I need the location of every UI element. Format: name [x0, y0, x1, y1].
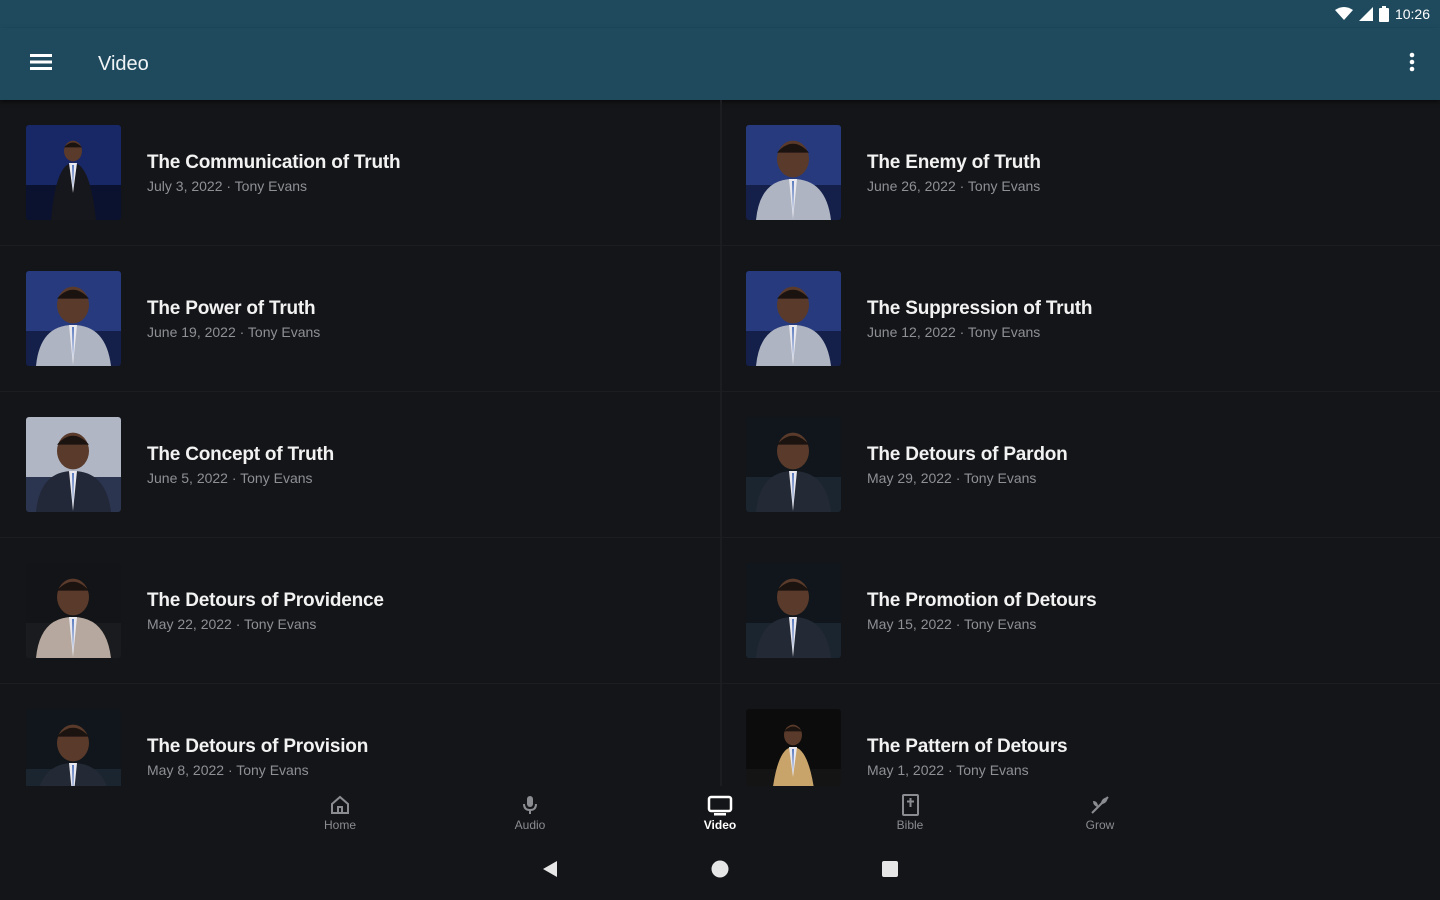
video-thumbnail[interactable] [746, 125, 841, 220]
video-subtitle: May 8, 2022 · Tony Evans [147, 762, 309, 778]
wifi-icon [1334, 7, 1353, 21]
page-title: Video [98, 52, 149, 75]
nav-item-bible[interactable]: Bible [815, 786, 1005, 842]
video-subtitle: May 29, 2022 · Tony Evans [867, 470, 1037, 486]
video-title: The Communication of Truth [147, 152, 401, 173]
video-title: The Detours of Provision [147, 736, 369, 757]
video-subtitle: June 12, 2022 · Tony Evans [867, 324, 1041, 340]
video-subtitle: June 19, 2022 · Tony Evans [147, 324, 321, 340]
video-list-item[interactable]: The Pattern of Detours May 1, 2022 · Ton… [720, 684, 1440, 786]
video-meta: The Detours of Pardon May 29, 2022 · Ton… [867, 443, 1068, 486]
video-list-item[interactable]: The Communication of Truth July 3, 2022 … [0, 100, 720, 246]
video-list-item[interactable]: The Detours of Providence May 22, 2022 ·… [0, 538, 720, 684]
video-meta: The Promotion of Detours May 15, 2022 · … [867, 589, 1097, 632]
video-title: The Pattern of Detours [867, 736, 1068, 757]
video-subtitle: July 3, 2022 · Tony Evans [147, 178, 308, 194]
hamburger-icon [30, 53, 52, 75]
video-list-item[interactable]: The Promotion of Detours May 15, 2022 · … [720, 538, 1440, 684]
video-list-item[interactable]: The Suppression of Truth June 12, 2022 ·… [720, 246, 1440, 392]
nav-item-label: Home [323, 818, 356, 832]
video-title: The Detours of Pardon [867, 444, 1068, 465]
video-meta: The Concept of Truth June 5, 2022 · Tony… [147, 443, 334, 486]
video-subtitle: May 15, 2022 · Tony Evans [867, 616, 1037, 632]
video-list-item[interactable]: The Concept of Truth June 5, 2022 · Tony… [0, 392, 720, 538]
video-list-item[interactable]: The Detours of Provision May 8, 2022 · T… [0, 684, 720, 786]
video-meta: The Suppression of Truth June 12, 2022 ·… [867, 297, 1093, 340]
video-subtitle: May 1, 2022 · Tony Evans [867, 762, 1029, 778]
nav-item-label: Audio [514, 818, 546, 832]
video-title: The Detours of Providence [147, 590, 384, 611]
status-bar: 10:26 [0, 0, 1440, 28]
video-meta: The Pattern of Detours May 1, 2022 · Ton… [867, 735, 1068, 778]
video-title: The Concept of Truth [147, 444, 335, 465]
menu-button[interactable] [0, 28, 82, 100]
video-thumbnail[interactable] [26, 125, 121, 220]
microphone-icon [519, 792, 541, 818]
video-meta: The Detours of Providence May 22, 2022 ·… [147, 589, 384, 632]
nav-item-label: Video [703, 818, 737, 832]
video-subtitle: June 26, 2022 · Tony Evans [867, 178, 1041, 194]
nav-item-audio[interactable]: Audio [435, 786, 625, 842]
tv-icon [707, 792, 733, 818]
video-thumbnail[interactable] [26, 271, 121, 366]
nav-item-label: Grow [1085, 818, 1115, 832]
video-thumbnail[interactable] [26, 709, 121, 786]
more-vert-icon [1409, 52, 1415, 77]
home-icon [329, 792, 351, 818]
app-bar: Video [0, 28, 1440, 100]
nav-item-label: Bible [896, 818, 924, 832]
bible-icon [899, 792, 921, 818]
video-thumbnail[interactable] [746, 709, 841, 786]
video-thumbnail[interactable] [26, 417, 121, 512]
more-options-button[interactable] [1384, 28, 1440, 100]
video-meta: The Power of Truth June 19, 2022 · Tony … [147, 297, 320, 340]
system-navigation [0, 842, 1440, 900]
video-list[interactable]: The Communication of Truth July 3, 2022 … [0, 100, 1440, 786]
recents-button[interactable] [880, 859, 900, 884]
battery-icon [1378, 6, 1389, 22]
video-thumbnail[interactable] [746, 271, 841, 366]
video-list-item[interactable]: The Power of Truth June 19, 2022 · Tony … [0, 246, 720, 392]
video-title: The Promotion of Detours [867, 590, 1097, 611]
video-meta: The Enemy of Truth June 26, 2022 · Tony … [867, 151, 1041, 194]
status-time: 10:26 [1394, 6, 1430, 22]
nav-item-video[interactable]: Video [625, 786, 815, 842]
video-thumbnail[interactable] [746, 563, 841, 658]
video-title: The Enemy of Truth [867, 152, 1041, 173]
bottom-navigation: Home Audio Video Bible Grow [0, 786, 1440, 842]
home-system-button[interactable] [710, 859, 730, 884]
video-title: The Power of Truth [147, 298, 316, 319]
cell-signal-icon [1358, 7, 1373, 21]
video-thumbnail[interactable] [26, 563, 121, 658]
grow-icon [1089, 792, 1111, 818]
video-thumbnail[interactable] [746, 417, 841, 512]
video-list-item[interactable]: The Enemy of Truth June 26, 2022 · Tony … [720, 100, 1440, 246]
video-title: The Suppression of Truth [867, 298, 1093, 319]
nav-item-home[interactable]: Home [245, 786, 435, 842]
video-list-item[interactable]: The Detours of Pardon May 29, 2022 · Ton… [720, 392, 1440, 538]
video-subtitle: June 5, 2022 · Tony Evans [147, 470, 313, 486]
back-button[interactable] [540, 859, 560, 884]
video-subtitle: May 22, 2022 · Tony Evans [147, 616, 317, 632]
video-meta: The Detours of Provision May 8, 2022 · T… [147, 735, 368, 778]
nav-item-grow[interactable]: Grow [1005, 786, 1195, 842]
video-meta: The Communication of Truth July 3, 2022 … [147, 151, 401, 194]
